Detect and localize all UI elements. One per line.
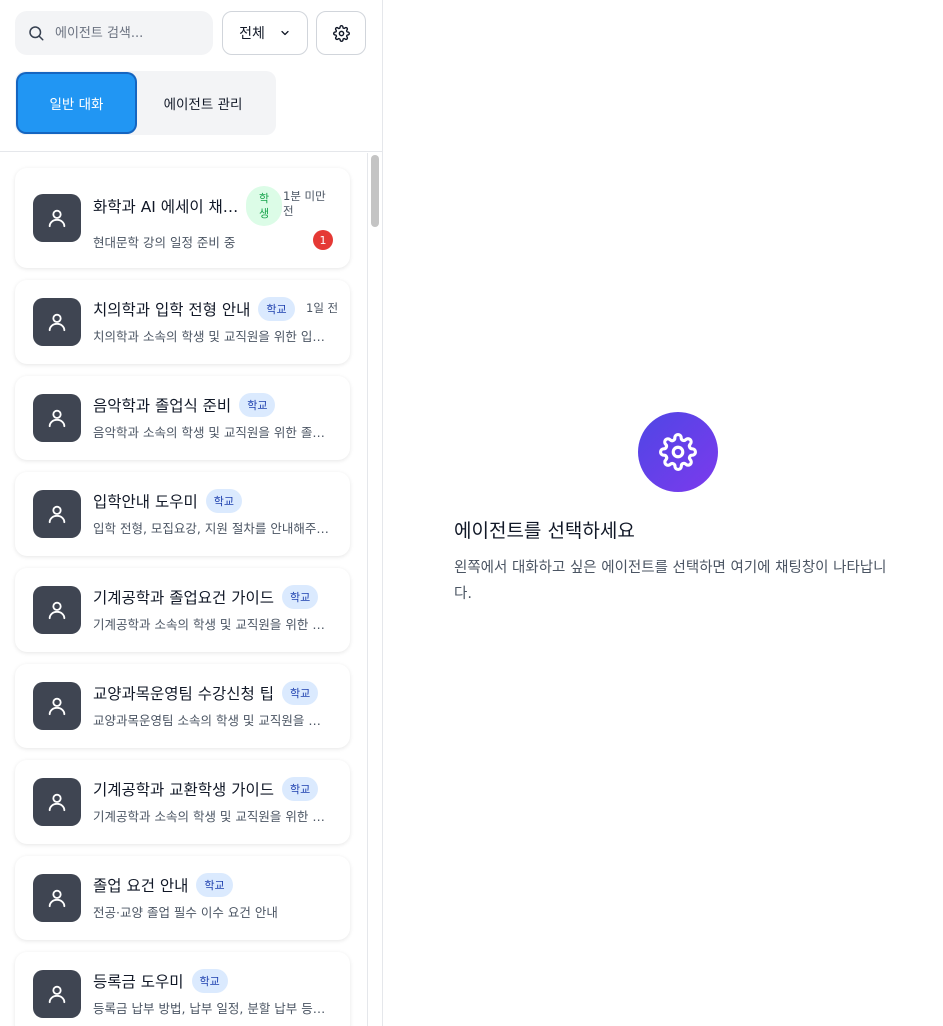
student-badge: 학 생 (246, 186, 282, 226)
user-icon (46, 983, 68, 1005)
avatar (33, 586, 81, 634)
search-icon (27, 24, 45, 42)
time-line-2: 전 (283, 204, 294, 218)
school-badge: 학교 (239, 393, 276, 417)
agent-card[interactable]: 졸업 요건 안내 학교 전공·교양 졸업 필수 이수 요건 안내 (15, 856, 350, 940)
agent-name: 졸업 요건 안내 (93, 877, 189, 895)
agent-title-row: 등록금 도우미 학교 (93, 969, 228, 993)
app-root: 전체 일반 대화 에이전트 관리 (0, 0, 943, 1026)
user-icon (46, 599, 68, 621)
agent-name: 음악학과 졸업식 준비 (93, 397, 232, 415)
mode-tabs: 일반 대화 에이전트 관리 (15, 71, 276, 135)
empty-state-icon (638, 412, 718, 492)
agent-desc: 전공·교양 졸업 필수 이수 요건 안내 (93, 905, 278, 920)
agent-title-row: 기계공학과 교환학생 가이드 학교 (93, 777, 319, 801)
agent-title-row: 기계공학과 졸업요건 가이드 학교 (93, 585, 319, 609)
avatar (33, 194, 81, 242)
school-badge: 학교 (281, 777, 319, 801)
filter-dropdown[interactable]: 전체 (222, 11, 308, 55)
badge-line-1: 학 (258, 192, 270, 205)
user-icon (46, 887, 68, 909)
avatar (33, 970, 81, 1018)
search-input[interactable] (55, 25, 205, 41)
agent-name: 기계공학과 교환학생 가이드 (93, 781, 274, 799)
user-icon (46, 695, 68, 717)
agent-desc: 등록금 납부 방법, 납부 일정, 분할 납부 등을 안내 (93, 1001, 329, 1016)
agent-title-row: 음악학과 졸업식 준비 학교 (93, 393, 276, 417)
agent-card[interactable]: 화학과 AI 에세이 채… 학 생 1분 미만 전 현대문학 강의 일정 준비 … (15, 168, 350, 268)
badge-line-2: 생 (258, 207, 270, 220)
school-badge: 학교 (191, 969, 228, 993)
agent-card[interactable]: 교양과목운영팀 수강신청 팁 학교 교양과목운영팀 소속의 학생 및 교직원을 … (15, 664, 350, 748)
empty-state-description: 왼쪽에서 대화하고 싶은 에이전트를 선택하면 여기에 채팅창이 나타납니다. (454, 560, 887, 602)
agent-card[interactable]: 음악학과 졸업식 준비 학교 음악학과 소속의 학생 및 교직원을 위한 졸업식… (15, 376, 350, 460)
chevron-down-icon (279, 27, 291, 39)
agent-name: 화학과 AI 에세이 채… (93, 198, 239, 216)
empty-state-title: 에이전트를 선택하세요 (454, 520, 635, 542)
agent-title-row: 화학과 AI 에세이 채… 학 생 (93, 186, 282, 226)
school-badge: 학교 (196, 873, 233, 897)
search-box[interactable] (15, 11, 213, 55)
agent-card[interactable]: 치의학과 입학 전형 안내 학교 1일 전 치의학과 소속의 학생 및 교직원을… (15, 280, 350, 364)
avatar (33, 490, 81, 538)
agent-card[interactable]: 기계공학과 교환학생 가이드 학교 기계공학과 소속의 학생 및 교직원을 위한… (15, 760, 350, 844)
agent-desc: 치의학과 소속의 학생 및 교직원을 위한 입학 전형 안내 (93, 329, 329, 344)
avatar (33, 874, 81, 922)
main-panel: 에이전트를 선택하세요 왼쪽에서 대화하고 싶은 에이전트를 선택하면 여기에 … (383, 0, 943, 1026)
user-icon (46, 207, 68, 229)
settings-button[interactable] (316, 11, 366, 55)
school-badge: 학교 (205, 489, 242, 513)
agent-desc: 교양과목운영팀 소속의 학생 및 교직원을 위한 수강신청 팁 (93, 713, 329, 728)
avatar (33, 298, 81, 346)
agent-card[interactable]: 기계공학과 졸업요건 가이드 학교 기계공학과 소속의 학생 및 교직원을 위한… (15, 568, 350, 652)
agent-desc: 기계공학과 소속의 학생 및 교직원을 위한 졸업요건 가이드 (93, 617, 329, 632)
agent-card[interactable]: 등록금 도우미 학교 등록금 납부 방법, 납부 일정, 분할 납부 등을 안내 (15, 952, 350, 1026)
agent-card[interactable]: 입학안내 도우미 학교 입학 전형, 모집요강, 지원 절차를 안내해주는 도우… (15, 472, 350, 556)
gear-icon (659, 433, 697, 471)
agent-title-row: 졸업 요건 안내 학교 (93, 873, 233, 897)
agent-desc: 기계공학과 소속의 학생 및 교직원을 위한 교환학생 가이드 (93, 809, 329, 824)
agent-title-row: 치의학과 입학 전형 안내 학교 (93, 297, 295, 321)
agent-name: 기계공학과 졸업요건 가이드 (93, 589, 274, 607)
sidebar-header: 전체 일반 대화 에이전트 관리 (0, 0, 382, 152)
agent-desc: 현대문학 강의 일정 준비 중 (93, 235, 236, 250)
gear-icon (332, 24, 350, 42)
avatar (33, 682, 81, 730)
avatar (33, 394, 81, 442)
scrollbar[interactable] (367, 153, 382, 1026)
agent-desc: 음악학과 소속의 학생 및 교직원을 위한 졸업식 준비 (93, 425, 329, 440)
agent-time: 1분 미만 전 (283, 189, 326, 219)
agent-title-row: 입학안내 도우미 학교 (93, 489, 242, 513)
agent-time: 1일 전 (306, 301, 339, 315)
agent-desc: 입학 전형, 모집요강, 지원 절차를 안내해주는 도우미 (93, 521, 329, 536)
agent-title-row: 교양과목운영팀 수강신청 팁 학교 (93, 681, 319, 705)
tab-general-chat[interactable]: 일반 대화 (18, 74, 135, 132)
tab-agent-management[interactable]: 에이전트 관리 (135, 71, 271, 135)
sidebar: 전체 일반 대화 에이전트 관리 (0, 0, 383, 1026)
time-line-1: 1분 미만 (283, 189, 326, 203)
school-badge: 학교 (281, 681, 319, 705)
avatar (33, 778, 81, 826)
user-icon (46, 407, 68, 429)
agent-name: 입학안내 도우미 (93, 493, 198, 511)
school-badge: 학교 (281, 585, 319, 609)
school-badge: 학교 (258, 297, 295, 321)
user-icon (46, 791, 68, 813)
user-icon (46, 311, 68, 333)
user-icon (46, 503, 68, 525)
agent-name: 교양과목운영팀 수강신청 팁 (93, 685, 274, 703)
agent-name: 등록금 도우미 (93, 973, 184, 991)
agent-list: 화학과 AI 에세이 채… 학 생 1분 미만 전 현대문학 강의 일정 준비 … (0, 153, 382, 1026)
filter-selected-label: 전체 (239, 26, 265, 42)
agent-name: 치의학과 입학 전형 안내 (93, 301, 251, 319)
scrollbar-thumb[interactable] (371, 155, 379, 227)
unread-count-badge: 1 (313, 230, 333, 250)
